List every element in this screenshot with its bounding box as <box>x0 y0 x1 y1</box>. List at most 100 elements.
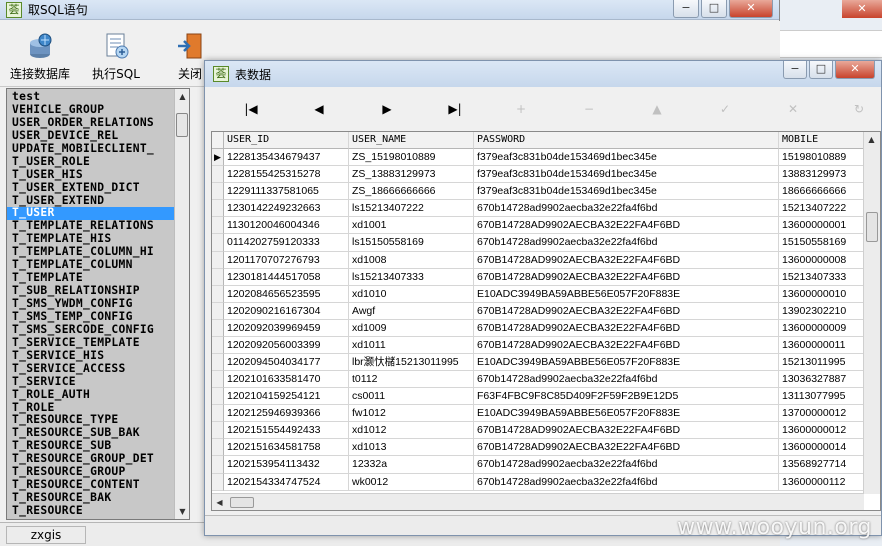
execute-sql-button[interactable]: 执行SQL <box>88 31 144 82</box>
table-list-item[interactable]: T_ROLE_AUTH <box>12 389 175 402</box>
table-list-item[interactable]: T_ROLE <box>12 402 175 415</box>
background-close-button[interactable]: ✕ <box>842 0 882 18</box>
table-list-item[interactable]: T_TEMPLATE_RELATIONS <box>12 220 175 233</box>
column-header-password[interactable]: PASSWORD <box>474 132 779 150</box>
nav-edit-button[interactable]: ▲ <box>645 99 669 119</box>
nav-last-button[interactable]: ▶| <box>443 99 467 119</box>
cell-user-id[interactable]: 1202125946939366 <box>224 405 349 423</box>
table-list-item[interactable]: UPDATE_MOBILECLIENT_ <box>12 143 175 156</box>
table-list-item[interactable]: T_RESOURCE_BAK <box>12 492 175 505</box>
row-indicator-cell[interactable] <box>212 268 224 286</box>
table-list-item[interactable]: test <box>12 91 175 104</box>
row-indicator-cell[interactable] <box>212 354 224 372</box>
nav-insert-button[interactable]: + <box>509 99 533 119</box>
table-list-item[interactable]: T_RESOURCE_GROUP_DET <box>12 453 175 466</box>
table-row[interactable]: 1130120046004346 xd1001 670B14728AD9902AEC… <box>212 217 880 235</box>
cell-user-name[interactable]: ZS_18666666666 <box>349 183 474 201</box>
table-row[interactable]: 1202101633581470 t0112 670b14728ad9902aecb… <box>212 371 880 389</box>
column-header-user-id[interactable]: USER_ID <box>224 132 349 150</box>
cell-user-name[interactable]: xd1011 <box>349 336 474 355</box>
table-row[interactable]: 1202094504034177 lbr灏忕櫧15213011995 E10ADC3… <box>212 354 880 372</box>
row-indicator-cell[interactable] <box>212 422 224 440</box>
close-button[interactable]: ✕ <box>729 0 773 18</box>
cell-password[interactable]: 670b14728ad9902aecba32e22fa4f6bd <box>474 456 779 474</box>
cell-user-name[interactable]: Awgf <box>349 302 474 320</box>
connect-db-button[interactable]: 连接数据库 <box>8 31 72 82</box>
cell-user-name[interactable]: ls15213407222 <box>349 200 474 218</box>
cell-password[interactable]: F63F4FBC9F8C85D409F2F59F2B9E12D5 <box>474 388 779 406</box>
row-indicator-cell[interactable] <box>212 336 224 355</box>
grid-vertical-thumb[interactable] <box>866 212 878 242</box>
table-list-item[interactable]: T_USER_EXTEND <box>12 195 175 208</box>
table-list-item[interactable]: T_RESOURCE_GROUP <box>12 466 175 479</box>
cell-password[interactable]: f379eaf3c831b04de153469d1bec345e <box>474 166 779 184</box>
cell-user-name[interactable]: t0112 <box>349 371 474 389</box>
table-list-item[interactable]: T_RESOURCE_SUB <box>12 440 175 453</box>
table-list-item[interactable]: T_TEMPLATE <box>12 272 175 285</box>
cell-password[interactable]: E10ADC3949BA59ABBE56E057F20F883E <box>474 405 779 423</box>
current-row-indicator-icon[interactable]: ▶ <box>212 149 224 167</box>
cell-password[interactable]: 670B14728AD9902AECBA32E22FA4F6BD <box>474 268 779 286</box>
minimize-button[interactable]: − <box>673 0 699 18</box>
table-list-item[interactable]: USER_ORDER_RELATIONS <box>12 117 175 130</box>
cell-user-id[interactable]: 1202154334747524 <box>224 473 349 491</box>
table-list-item[interactable]: USER_DEVICE_REL <box>12 130 175 143</box>
cell-password[interactable]: 670B14728AD9902AECBA32E22FA4F6BD <box>474 217 779 235</box>
cell-user-id[interactable]: 1202094504034177 <box>224 354 349 372</box>
table-list-item[interactable]: VEHICLE_GROUP <box>12 104 175 117</box>
cell-user-name[interactable]: ZS_15198010889 <box>349 149 474 167</box>
cell-user-name[interactable]: xd1010 <box>349 285 474 303</box>
cell-user-id[interactable]: 1228135434679437 <box>224 149 349 167</box>
maximize-button[interactable]: □ <box>701 0 727 18</box>
table-row[interactable]: ▶ 1228135434679437 ZS_15198010889 f379eaf3c… <box>212 149 880 167</box>
data-minimize-button[interactable]: − <box>783 61 807 79</box>
row-indicator-cell[interactable] <box>212 439 224 457</box>
cell-password[interactable]: f379eaf3c831b04de153469d1bec345e <box>474 149 779 167</box>
table-list-item[interactable]: T_SUB_RELATIONSHIP <box>12 285 175 298</box>
table-row[interactable]: 0114202759120333 ls15150558169 670b14728ad… <box>212 234 880 252</box>
table-list-item[interactable]: T_SERVICE_TEMPLATE <box>12 337 175 350</box>
table-list-item[interactable]: T_USER_ROLE <box>12 156 175 169</box>
nav-prior-button[interactable]: ◀ <box>307 99 331 119</box>
table-row[interactable]: 1201170707276793 xd1008 670B14728AD9902AEC… <box>212 251 880 269</box>
cell-user-id[interactable]: 1229111337581065 <box>224 183 349 201</box>
row-indicator-cell[interactable] <box>212 251 224 269</box>
row-indicator-cell[interactable] <box>212 319 224 337</box>
cell-password[interactable]: 670b14728ad9902aecba32e22fa4f6bd <box>474 234 779 252</box>
cell-user-id[interactable]: 1202090216167304 <box>224 302 349 320</box>
cell-user-id[interactable]: 1202153954113432 <box>224 456 349 474</box>
row-indicator-cell[interactable] <box>212 183 224 201</box>
column-header-user-name[interactable]: USER_NAME <box>349 132 474 150</box>
data-maximize-button[interactable]: □ <box>809 61 833 79</box>
table-row[interactable]: 1202104159254121 cs0011 F63F4FBC9F8C85D409… <box>212 388 880 406</box>
table-list-item[interactable]: T_SERVICE <box>12 376 175 389</box>
table-row[interactable]: 1202090216167304 Awgf 670B14728AD9902AECBA… <box>212 302 880 320</box>
table-row[interactable]: 1202151554492433 xd1012 670B14728AD9902AEC… <box>212 422 880 440</box>
cell-user-id[interactable]: 1202092056003399 <box>224 336 349 355</box>
cell-password[interactable]: f379eaf3c831b04de153469d1bec345e <box>474 183 779 201</box>
table-row[interactable]: 1202092056003399 xd1011 670B14728AD9902AEC… <box>212 336 880 355</box>
cell-user-name[interactable]: lbr灏忕櫧15213011995 <box>349 354 474 372</box>
cell-password[interactable]: 670b14728ad9902aecba32e22fa4f6bd <box>474 371 779 389</box>
table-row[interactable]: 1202084656523595 xd1010 E10ADC3949BA59ABBE… <box>212 285 880 303</box>
cell-user-name[interactable]: wk0012 <box>349 473 474 491</box>
cell-user-id[interactable]: 0114202759120333 <box>224 234 349 252</box>
cell-user-id[interactable]: 1130120046004346 <box>224 217 349 235</box>
table-row[interactable]: 1229111337581065 ZS_18666666666 f379eaf3c8… <box>212 183 880 201</box>
nav-delete-button[interactable]: − <box>577 99 601 119</box>
grid-scroll-up-icon[interactable]: ▲ <box>864 132 879 147</box>
table-list-item[interactable]: T_SMS_TEMP_CONFIG <box>12 311 175 324</box>
table-list-scrollbar[interactable]: ▲ ▼ <box>174 89 189 519</box>
table-list-item[interactable]: T_RESOURCE_TYPE <box>12 414 175 427</box>
cell-user-name[interactable]: fw1012 <box>349 405 474 423</box>
table-list-item[interactable]: T_TEMPLATE_HIS <box>12 233 175 246</box>
table-list-item[interactable]: T_RESOURCE <box>12 505 175 518</box>
data-grid[interactable]: USER_ID USER_NAME PASSWORD MOBILE ▶ 12281… <box>211 131 881 511</box>
table-list-item[interactable]: T_SERVICE_ACCESS <box>12 363 175 376</box>
cell-user-name[interactable]: xd1013 <box>349 439 474 457</box>
cell-user-id[interactable]: 1202101633581470 <box>224 371 349 389</box>
table-list-item[interactable]: T_SERVICE_HIS <box>12 350 175 363</box>
cell-password[interactable]: 670B14728AD9902AECBA32E22FA4F6BD <box>474 422 779 440</box>
cell-user-id[interactable]: 1202104159254121 <box>224 388 349 406</box>
cell-user-name[interactable]: xd1009 <box>349 319 474 337</box>
